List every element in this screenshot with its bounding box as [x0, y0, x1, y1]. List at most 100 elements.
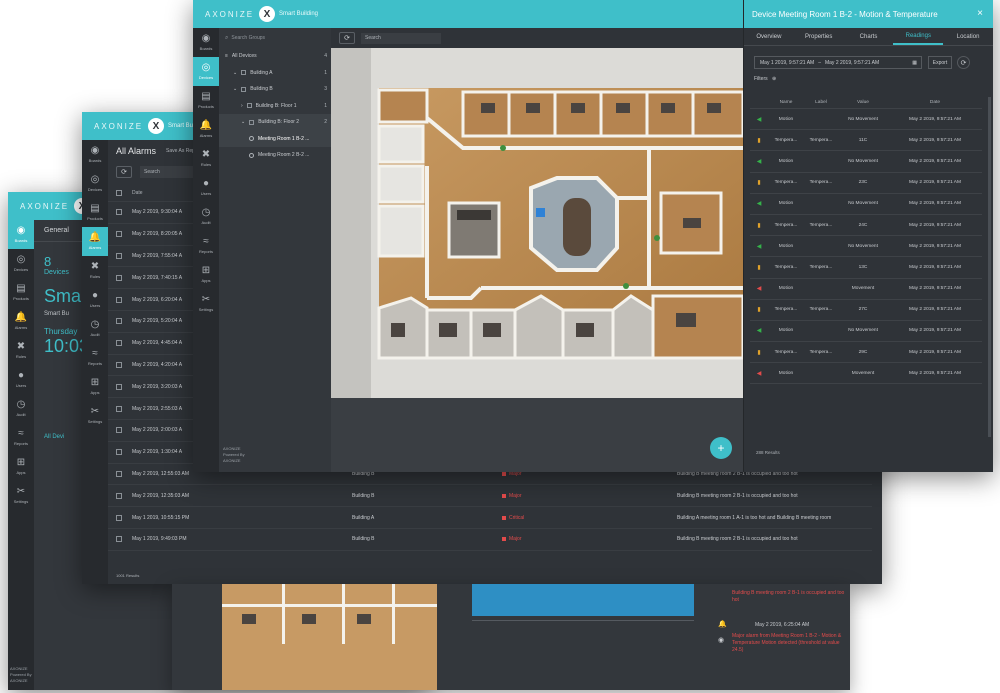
nav-boards[interactable]: ◉ Boards: [193, 28, 219, 57]
reading-date: May 2 2019, 9:57:21 AM: [909, 158, 961, 164]
column-value[interactable]: Value: [838, 100, 888, 105]
nav-boards[interactable]: ◉ Boards: [8, 220, 34, 249]
table-row[interactable]: ◀ Motion No Movement May 2 2019, 9:57:21 AM: [750, 109, 982, 131]
row-checkbox[interactable]: [116, 405, 122, 412]
table-row[interactable]: May 2 2019, 12:35:03 AM Building B Major Bu…: [108, 485, 872, 508]
row-checkbox[interactable]: [116, 470, 122, 477]
column-name[interactable]: Name: [768, 100, 804, 105]
row-checkbox[interactable]: [116, 252, 122, 259]
row-checkbox[interactable]: [116, 209, 122, 216]
table-row[interactable]: May 1 2019, 9:49:03 PM Building B Major Bui…: [108, 529, 872, 551]
nav-products[interactable]: ▤ Products: [82, 198, 108, 227]
export-button[interactable]: Export: [928, 56, 952, 69]
row-checkbox[interactable]: [116, 427, 122, 434]
tab-location[interactable]: Location: [943, 28, 993, 45]
nav-reports[interactable]: ≈ Reports: [82, 343, 108, 372]
nav-reports[interactable]: ≈ Reports: [193, 231, 219, 260]
add-button[interactable]: +: [710, 437, 732, 459]
table-row[interactable]: ◀ Motion No Movement May 2 2019, 9:57:21 AM: [750, 194, 982, 215]
row-checkbox[interactable]: [116, 449, 122, 456]
nav-users[interactable]: ● Users: [8, 365, 34, 394]
nav-rules[interactable]: ✖ Rules: [82, 256, 108, 285]
nav-alarms[interactable]: 🔔 Alarms: [82, 227, 108, 256]
nav-rules[interactable]: ✖ Rules: [8, 336, 34, 365]
row-checkbox[interactable]: [116, 340, 122, 347]
refresh-icon[interactable]: ⟳: [957, 56, 970, 69]
tree-checkbox[interactable]: [249, 119, 255, 125]
tree-group[interactable]: ⌄ Building B 3: [219, 81, 331, 98]
nav-devices[interactable]: ◎ Devices: [8, 249, 34, 278]
tree-all-devices[interactable]: All Devi: [44, 434, 64, 440]
tree-device[interactable]: Meeting Room 1 B-2 ...: [219, 130, 331, 147]
table-row[interactable]: ◀ Motion Movement May 2 2019, 9:57:21 AM: [750, 363, 982, 385]
nav-settings[interactable]: ✂ Settings: [82, 401, 108, 430]
tab-overview[interactable]: Overview: [744, 28, 794, 45]
table-row[interactable]: ◀ Motion Movement May 2 2019, 9:57:21 AM: [750, 279, 982, 300]
tree-checkbox[interactable]: [241, 70, 247, 76]
nav-reports[interactable]: ≈ Reports: [8, 423, 34, 452]
nav-settings[interactable]: ✂ Settings: [193, 289, 219, 318]
refresh-button[interactable]: ⟳: [116, 166, 132, 178]
table-row[interactable]: ▮ Tempera... Tempera... 27C May 2 2019, 9:57…: [750, 300, 982, 321]
tab-charts[interactable]: Charts: [844, 28, 894, 45]
table-row[interactable]: ◀ Motion No Movement May 2 2019, 9:57:21 AM: [750, 321, 982, 343]
table-row[interactable]: ▮ Tempera... Tempera... 13C May 2 2019, 9:57…: [750, 257, 982, 279]
nav-devices[interactable]: ◎ Devices: [193, 57, 219, 86]
nav-settings[interactable]: ✂ Settings: [8, 481, 34, 510]
nav-rules[interactable]: ✖ Rules: [193, 144, 219, 173]
table-row[interactable]: ▮ Tempera... Tempera... 29C May 2 2019, 9:57…: [750, 342, 982, 364]
nav-apps[interactable]: ⊞ Apps: [8, 452, 34, 481]
nav-audit[interactable]: ◷ Audit: [8, 394, 34, 423]
nav-users[interactable]: ● Users: [82, 285, 108, 314]
tree-device[interactable]: Meeting Room 2 B-2 ...: [219, 147, 331, 164]
row-checkbox[interactable]: [116, 318, 122, 325]
nav-boards[interactable]: ◉ Boards: [82, 140, 108, 169]
row-checkbox[interactable]: [116, 361, 122, 368]
nav-audit[interactable]: ◷ Audit: [82, 314, 108, 343]
table-row[interactable]: ◀ Motion No Movement May 2 2019, 9:57:21 AM: [750, 236, 982, 258]
nav-users[interactable]: ● Users: [193, 173, 219, 202]
tree-checkbox[interactable]: [241, 86, 247, 92]
column-date[interactable]: Date: [888, 100, 982, 105]
row-checkbox[interactable]: [116, 514, 122, 521]
save-as-report-button[interactable]: Save As Rep: [166, 148, 195, 154]
row-checkbox[interactable]: [116, 536, 122, 543]
tree-group[interactable]: ⌄ Building B: Floor 2 2: [219, 114, 331, 131]
tree-group[interactable]: ≡ All Devices 4: [219, 48, 331, 65]
table-row[interactable]: ◀ Motion No Movement May 2 2019, 9:57:21 AM: [750, 151, 982, 173]
nav-alarms[interactable]: 🔔 Alarms: [193, 115, 219, 144]
tab-readings[interactable]: Readings: [893, 28, 944, 45]
tab-properties[interactable]: Properties: [794, 28, 844, 45]
nav-audit[interactable]: ◷ Audit: [193, 202, 219, 231]
row-checkbox[interactable]: [116, 383, 122, 390]
date-range-picker[interactable]: May 1 2019, 9:57:21 AM – May 2 2019, 9:5…: [754, 56, 922, 69]
nav-products[interactable]: ▤ Products: [193, 86, 219, 115]
column-label[interactable]: Label: [804, 100, 838, 105]
nav-devices[interactable]: ◎ Devices: [82, 169, 108, 198]
close-icon[interactable]: ×: [977, 8, 983, 19]
tree-group[interactable]: › Building B: Floor 1 1: [219, 98, 331, 115]
table-row[interactable]: ▮ Tempera... Tempera... 23C May 2 2019, 9:57…: [750, 173, 982, 194]
nav-label: Users: [15, 383, 27, 388]
group-search-input[interactable]: Search Groups: [231, 33, 311, 44]
readings-scrollbar[interactable]: [988, 97, 991, 437]
tree-checkbox[interactable]: [246, 103, 252, 109]
floor-plan-map[interactable]: [331, 48, 743, 398]
select-all-checkbox[interactable]: [116, 189, 122, 196]
tab-general[interactable]: General: [44, 227, 69, 234]
nav-products[interactable]: ▤ Products: [8, 278, 34, 307]
table-row[interactable]: ▮ Tempera... Tempera... 24C May 2 2019, 9:57…: [750, 215, 982, 237]
map-search-input[interactable]: Search: [361, 32, 441, 44]
row-checkbox[interactable]: [116, 231, 122, 238]
refresh-button[interactable]: ⟳: [339, 32, 355, 44]
row-checkbox[interactable]: [116, 296, 122, 303]
row-checkbox[interactable]: [116, 274, 122, 281]
nav-alarms[interactable]: 🔔 Alarms: [8, 307, 34, 336]
tree-group[interactable]: ⌄ Building A 1: [219, 65, 331, 82]
table-row[interactable]: May 1 2019, 10:55:15 PM Building A Critica…: [108, 507, 872, 529]
row-checkbox[interactable]: [116, 492, 122, 499]
table-row[interactable]: ▮ Tempera... Tempera... 11C May 2 2019, 9:57…: [750, 130, 982, 152]
nav-apps[interactable]: ⊞ Apps: [82, 372, 108, 401]
filters-toggle[interactable]: Filters ⊕: [754, 76, 776, 82]
nav-apps[interactable]: ⊞ Apps: [193, 260, 219, 289]
